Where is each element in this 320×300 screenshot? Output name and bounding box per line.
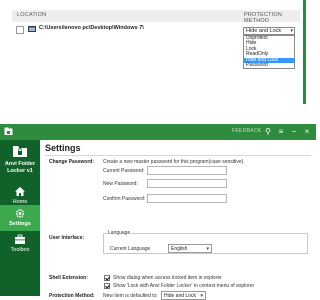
new-password-label: New Password: [103, 181, 138, 187]
change-password-label: Change Password: [49, 159, 95, 165]
new-password-field[interactable] [147, 179, 227, 188]
menu-icon[interactable]: ≡ [275, 126, 287, 137]
current-password-label: Current Password: [103, 168, 145, 174]
settings-content: Settings Change Password: Create a new m… [40, 140, 316, 300]
app-version: v1 [26, 167, 33, 174]
default-protection-value: Hide and Lock [164, 293, 196, 299]
protection-method-value: Hide and Lock [246, 28, 282, 34]
current-password-field[interactable] [147, 166, 227, 175]
language-group-title: Language [107, 230, 132, 236]
option-password[interactable]: Password [244, 62, 294, 68]
pin-icon[interactable]: ⚲ [262, 126, 274, 137]
current-language-label: Current Language [110, 246, 151, 252]
app-name-line2: Locker [7, 167, 26, 174]
minimize-icon[interactable]: − [288, 126, 300, 137]
confirm-password-label: Confirm Password: [103, 196, 146, 202]
folder-list-panel: LOCATION PROTECTION METHOD C:\Users\leno… [0, 0, 306, 104]
column-location[interactable]: LOCATION [17, 12, 46, 18]
row-path: C:\Users\lenovo pc\Desktop\Windows 7\ [39, 25, 144, 31]
chevron-down-icon: ▾ [200, 293, 203, 299]
divider [45, 155, 311, 156]
folder-icon [28, 26, 36, 32]
feedback-link[interactable]: FEEDBACK [232, 128, 261, 134]
language-value: English [171, 246, 188, 252]
sidebar-item-settings[interactable]: Settings [0, 205, 40, 231]
protection-method-description: New item is defaulted to: [103, 293, 158, 299]
toolbox-icon [15, 234, 25, 244]
app-name: Anvi Folder Locker v1 [0, 161, 40, 174]
change-password-description: Create a new master password for this pr… [103, 159, 245, 165]
sidebar-item-toolbox[interactable]: Toolbox [0, 231, 40, 257]
context-menu-text: Show 'Lock with Anvi Folder Locker' in c… [113, 283, 255, 289]
protection-method-dropdown[interactable]: Unprotect Hide Lock ReadOnly Hide and Lo… [243, 35, 295, 69]
title-bar: FEEDBACK ⚲ ≡ − × [0, 124, 316, 140]
close-icon[interactable]: × [301, 126, 313, 137]
protection-method-label: Protection Method: [49, 293, 95, 299]
gear-icon [15, 209, 25, 218]
user-interface-label: User Interface: [49, 235, 85, 241]
app-icon [4, 127, 13, 135]
app-name-line1: Anvi Folder [4, 161, 36, 167]
home-icon [15, 187, 25, 196]
show-dialog-checkbox[interactable] [104, 275, 110, 281]
sidebar-item-label: Settings [9, 221, 31, 227]
context-menu-checkbox[interactable] [104, 283, 110, 289]
app-logo: Anvi Folder Locker v1 [0, 140, 40, 182]
folder-lock-icon [13, 146, 27, 157]
confirm-password-field[interactable] [147, 194, 227, 203]
protection-method-select[interactable]: Hide and Lock ▾ [243, 27, 295, 35]
chevron-down-icon: ▾ [206, 246, 209, 252]
row-checkbox[interactable] [16, 26, 24, 34]
settings-window: FEEDBACK ⚲ ≡ − × Anvi Folder Locker v1 H… [0, 124, 316, 300]
show-dialog-text: Show dialog when access locked item in e… [113, 275, 222, 281]
page-title: Settings [45, 143, 81, 153]
chevron-down-icon: ▾ [290, 28, 293, 34]
shell-extension-label: Shell Extension: [49, 275, 88, 281]
language-select[interactable]: English ▾ [168, 244, 212, 253]
sidebar: Anvi Folder Locker v1 Home Settings Tool… [0, 140, 40, 296]
sidebar-item-label: Toolbox [10, 247, 30, 253]
